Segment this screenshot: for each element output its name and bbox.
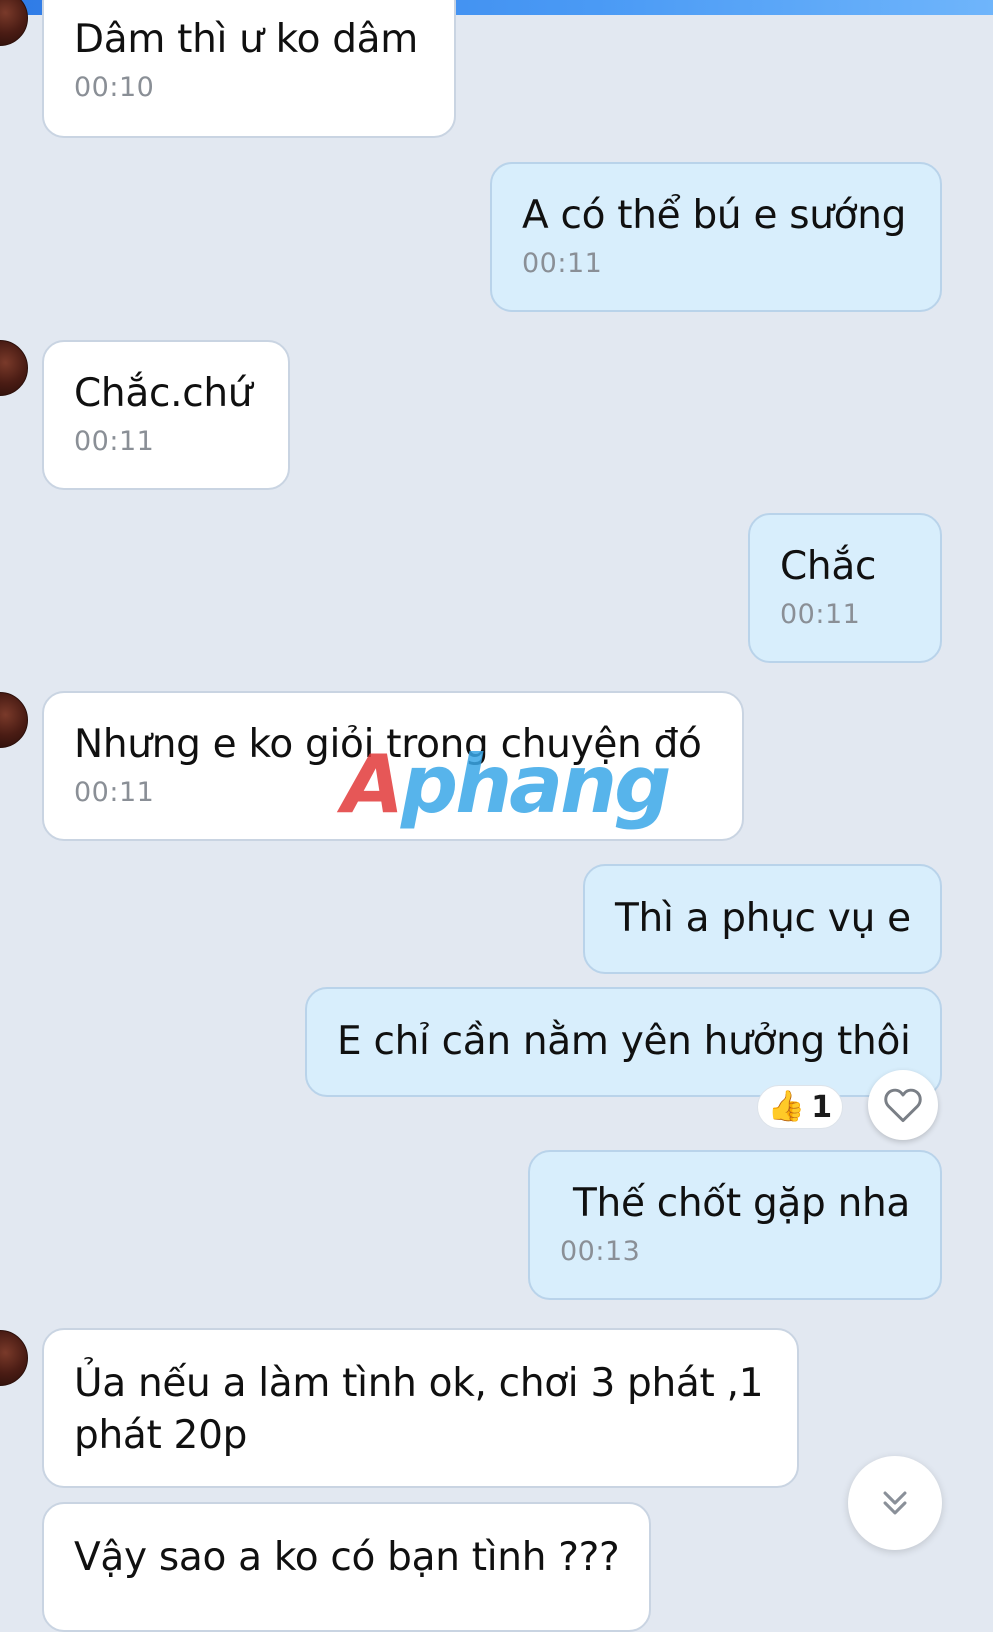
watermark-letter: A (342, 738, 404, 831)
message-text: Ủa nếu a làm tình ok, chơi 3 phát ,1 phá… (74, 1361, 764, 1458)
reaction-count: 1 (811, 1089, 833, 1125)
message-bubble-outgoing[interactable]: Chắc 00:11 (748, 513, 942, 663)
message-bubble-incoming[interactable]: Dâm thì ư ko dâm 00:10 (42, 0, 456, 138)
heart-outline-icon[interactable] (868, 1070, 938, 1140)
message-text: Chắc.chứ (74, 371, 253, 416)
message-bubble-incoming[interactable]: Ủa nếu a làm tình ok, chơi 3 phát ,1 phá… (42, 1328, 799, 1488)
message-text: Dâm thì ư ko dâm (74, 17, 418, 62)
contact-avatar[interactable] (0, 340, 28, 396)
watermark-text: phang (400, 738, 671, 831)
message-text: Vậy sao a ko có bạn tình ??? (74, 1535, 620, 1580)
contact-avatar[interactable] (0, 692, 28, 748)
message-time: 00:10 (74, 72, 155, 103)
watermark-logo: Aphang (342, 745, 671, 825)
contact-avatar[interactable] (0, 0, 28, 46)
message-time: 00:11 (780, 599, 861, 630)
message-text: E chỉ cần nằm yên hưởng thôi (337, 1019, 911, 1064)
reaction-badge[interactable]: 👍 1 (757, 1085, 843, 1129)
message-bubble-outgoing[interactable]: Thì a phục vụ e (583, 864, 942, 974)
message-text: Thì a phục vụ e (615, 896, 911, 941)
message-bubble-outgoing[interactable]: A có thể bú e sướng 00:11 (490, 162, 942, 312)
scroll-to-bottom-button[interactable] (848, 1456, 942, 1550)
message-time: 00:11 (74, 426, 155, 457)
message-bubble-incoming[interactable]: Chắc.chứ 00:11 (42, 340, 290, 490)
message-bubble-incoming[interactable]: Vậy sao a ko có bạn tình ??? (42, 1502, 651, 1632)
message-text: Thế chốt gặp nha (573, 1181, 910, 1226)
message-time: 00:11 (522, 248, 603, 279)
message-text: Chắc (780, 544, 877, 589)
heart-icon-graphic (884, 1088, 922, 1123)
thumbs-up-icon: 👍 (767, 1089, 806, 1124)
message-time: 00:13 (560, 1236, 641, 1267)
message-bubble-outgoing[interactable]: Thế chốt gặp nha 00:13 (528, 1150, 942, 1300)
message-text: A có thể bú e sướng (522, 193, 907, 238)
message-bubble-outgoing[interactable]: E chỉ cần nằm yên hưởng thôi (305, 987, 942, 1097)
contact-avatar[interactable] (0, 1330, 28, 1386)
chevron-double-down-icon (883, 1491, 907, 1515)
